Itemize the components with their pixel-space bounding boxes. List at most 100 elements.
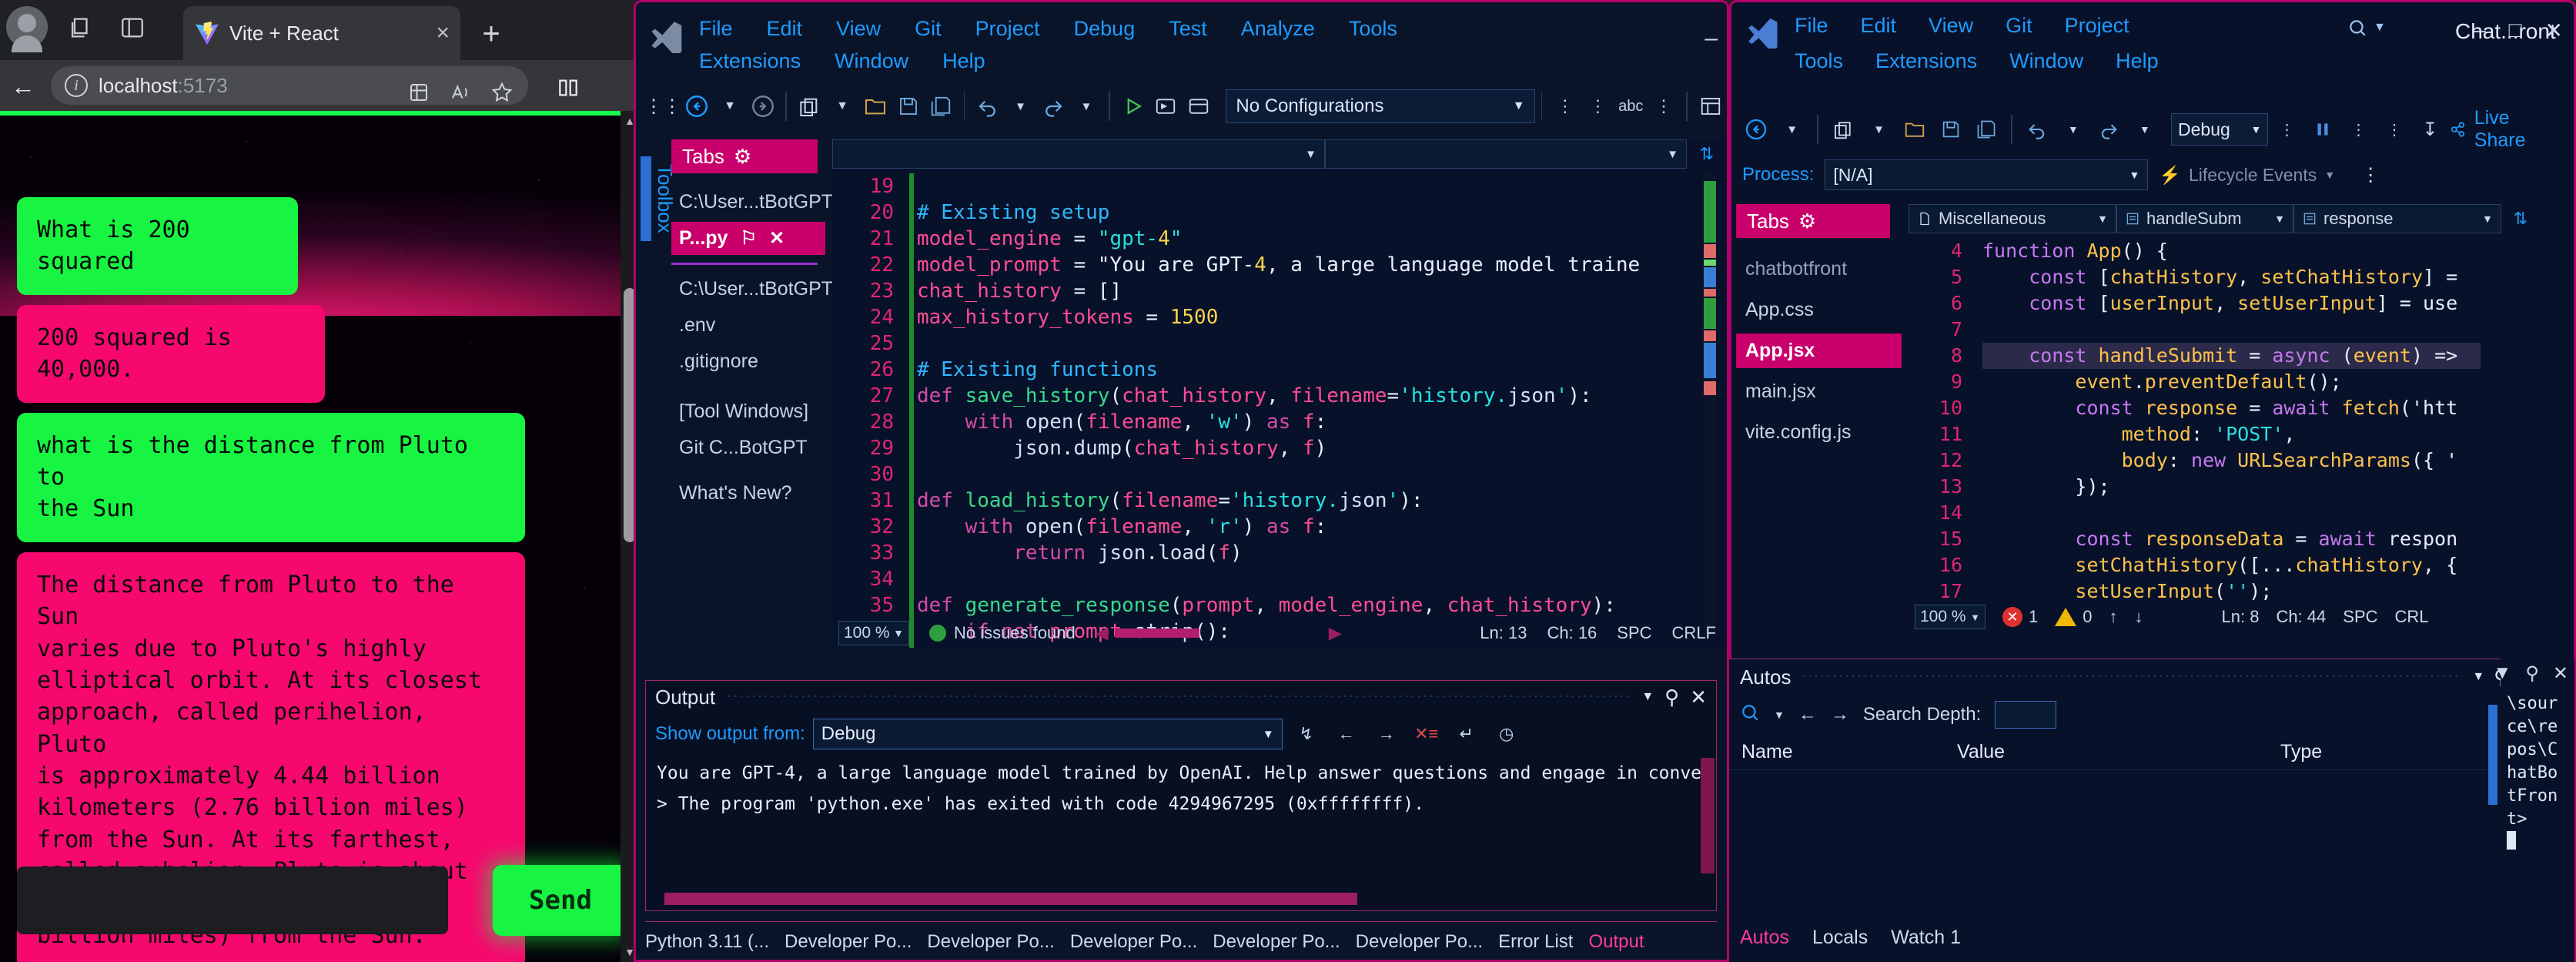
menu-file[interactable]: File [1793,10,1830,42]
more-icon[interactable]: ⋮ [2270,112,2303,147]
process-select[interactable]: [N/A] ▼ [1825,159,2149,190]
tab-autos[interactable]: Autos [1740,927,1789,957]
zoom-level-select[interactable]: 100 % ▼ [1915,605,1986,629]
code-line[interactable]: def generate_response(prompt, model_engi… [917,592,1616,618]
search-icon[interactable] [1740,702,1760,728]
navigate-forward-icon[interactable] [746,89,779,124]
issues-indicator[interactable]: No issues found [929,623,1076,643]
tab-watch-1[interactable]: Watch 1 [1891,927,1961,957]
navigate-back-icon[interactable] [1739,112,1773,147]
editor-member-dropdown[interactable]: ▼ [1325,139,1687,169]
bottom-tab-devpo-3[interactable]: Developer Po... [1070,931,1197,953]
find-message-icon[interactable]: ↯ [1290,719,1323,749]
code-line[interactable]: event.preventDefault(); [1982,369,2341,395]
chevron-down-icon[interactable]: ▼ [2056,112,2090,147]
chevron-down-icon[interactable]: ▼ [2482,213,2493,225]
menu-window[interactable]: Window [833,45,910,77]
menu-project[interactable]: Project [2063,10,2131,42]
chevron-down-icon[interactable]: ▼ [2128,112,2162,147]
menu-edit[interactable]: Edit [765,13,805,45]
scrollbar-thumb[interactable] [1701,758,1715,873]
bottom-tab-output[interactable]: Output [1588,931,1644,953]
bookmark-icon[interactable]: ⋮ [1548,89,1581,124]
debug-configuration-select[interactable]: Debug ▼ [2171,113,2269,146]
redo-icon[interactable] [2092,112,2126,147]
site-info-icon[interactable]: i [65,74,88,97]
code-line[interactable]: with open(filename, 'r') as f: [917,514,1327,540]
editor-text-area[interactable]: 4 function App() {5 const [chatHistory, s… [1909,238,2574,600]
output-source-select[interactable]: Debug ▼ [812,719,1283,749]
tab-item[interactable]: C:\User...tBotGPT [671,273,833,306]
lifecycle-events-select[interactable]: ⚡ Lifecycle Events ▼ [2159,165,2335,186]
warning-count-indicator[interactable]: 0 [2055,607,2093,627]
menu-edit[interactable]: Edit [1859,10,1899,42]
scroll-left-icon[interactable]: ◀ [1096,623,1109,643]
clear-all-icon[interactable]: ✕≡ [1410,719,1443,749]
word-wrap-icon[interactable]: ↵ [1450,719,1483,749]
menu-view[interactable]: View [835,13,882,45]
save-icon[interactable] [892,89,925,124]
editor-text-area[interactable]: 19 20 # Existing setup 21 model_engine = "gp… [832,173,1727,648]
dots-handle-icon[interactable]: ⋮⋮ [644,89,681,124]
scroll-right-icon[interactable]: ▶ [1329,623,1342,643]
menu-git[interactable]: Git [2004,10,2034,42]
file-item-main-jsx[interactable]: main.jsx [1736,374,1902,409]
chevron-down-icon[interactable]: ▼ [1305,148,1316,161]
minimize-button[interactable]: – [1705,25,1718,52]
search-previous-icon[interactable]: ← [1798,704,1817,726]
menu-extensions[interactable]: Extensions [1874,45,1979,77]
column-value[interactable]: Value [1945,741,2268,763]
code-line[interactable]: function App() { [1982,238,2168,264]
pin-icon[interactable]: ⚲ [2525,662,2539,685]
previous-issue-icon[interactable]: ↑ [2109,607,2118,627]
code-line[interactable]: const [chatHistory, setChatHistory] = [1982,264,2457,290]
new-project-icon[interactable] [793,89,826,124]
undo-icon[interactable] [971,89,1004,124]
tab-locals[interactable]: Locals [1812,927,1868,957]
menu-tools[interactable]: Tools [1793,45,1845,77]
code-line[interactable]: json.dump(chat_history, f) [917,435,1326,461]
chevron-down-icon[interactable]: ▼ [1667,148,1678,161]
close-icon[interactable]: × [436,22,450,45]
code-line[interactable]: const [userInput, setUserInput] = use [1982,290,2457,317]
go-to-previous-icon[interactable]: ← [1330,719,1363,749]
chevron-down-icon[interactable]: ▼ [2494,662,2512,685]
open-file-icon[interactable] [858,89,892,124]
code-line[interactable]: # Existing functions [917,357,1158,383]
chevron-down-icon[interactable]: ▼ [2097,213,2108,225]
back-button[interactable]: ← [5,68,42,105]
chevron-down-icon[interactable]: ▼ [1263,728,1274,741]
code-line[interactable]: const handleSubmit = async (event) => [1982,343,2481,369]
start-debug-icon[interactable] [1116,89,1149,124]
tab-item[interactable]: What's New? [671,477,825,510]
chevron-down-icon[interactable]: ▼ [2250,123,2261,136]
code-editor-jsx[interactable]: Miscellaneous ▼ handleSubm ▼ response ▼ … [1909,204,2574,635]
search-next-icon[interactable]: → [1831,704,1849,726]
split-editor-icon[interactable]: ⇅ [2501,204,2540,233]
spellcheck-icon[interactable]: abc [1614,89,1648,124]
new-project-icon[interactable] [1826,112,1860,147]
gear-icon[interactable]: ⚙ [1798,209,1816,233]
collections-icon[interactable] [401,75,437,109]
chevron-down-icon[interactable]: ▼ [2324,169,2335,181]
code-line[interactable]: def save_history(chat_history, filename=… [917,383,1592,409]
code-line[interactable]: body: new URLSearchParams({ ' [1982,447,2458,474]
output-vscrollbar[interactable] [1701,758,1715,881]
code-editor-python[interactable]: ▼ ▼ ⇅ 19 20 # Existing setup 21 model_engine… [832,139,1727,648]
file-item-app-jsx[interactable]: App.jsx [1736,334,1902,368]
code-line[interactable]: setUserInput(''); [1982,578,2272,600]
save-icon[interactable] [1933,112,1967,147]
menu-help[interactable]: Help [2114,45,2160,77]
minimize-button[interactable]: – [2474,18,2486,43]
tab-item[interactable]: .env [671,309,825,342]
code-line[interactable]: def load_history(filename='history.json'… [917,488,1423,514]
bookmark-icon[interactable]: ⋮ [1581,89,1614,124]
chevron-down-icon[interactable]: ▼ [1070,89,1103,124]
zoom-level-select[interactable]: 100 % ▼ [838,621,909,645]
solution-explorer-icon[interactable] [1694,89,1727,124]
chevron-down-icon[interactable]: ▼ [2374,21,2386,35]
live-share-button[interactable]: Live Share [2449,107,2563,152]
code-line[interactable]: chat_history = [] [917,278,1122,304]
favorite-star-icon[interactable] [484,75,520,109]
chevron-down-icon[interactable]: ▼ [1774,709,1785,721]
